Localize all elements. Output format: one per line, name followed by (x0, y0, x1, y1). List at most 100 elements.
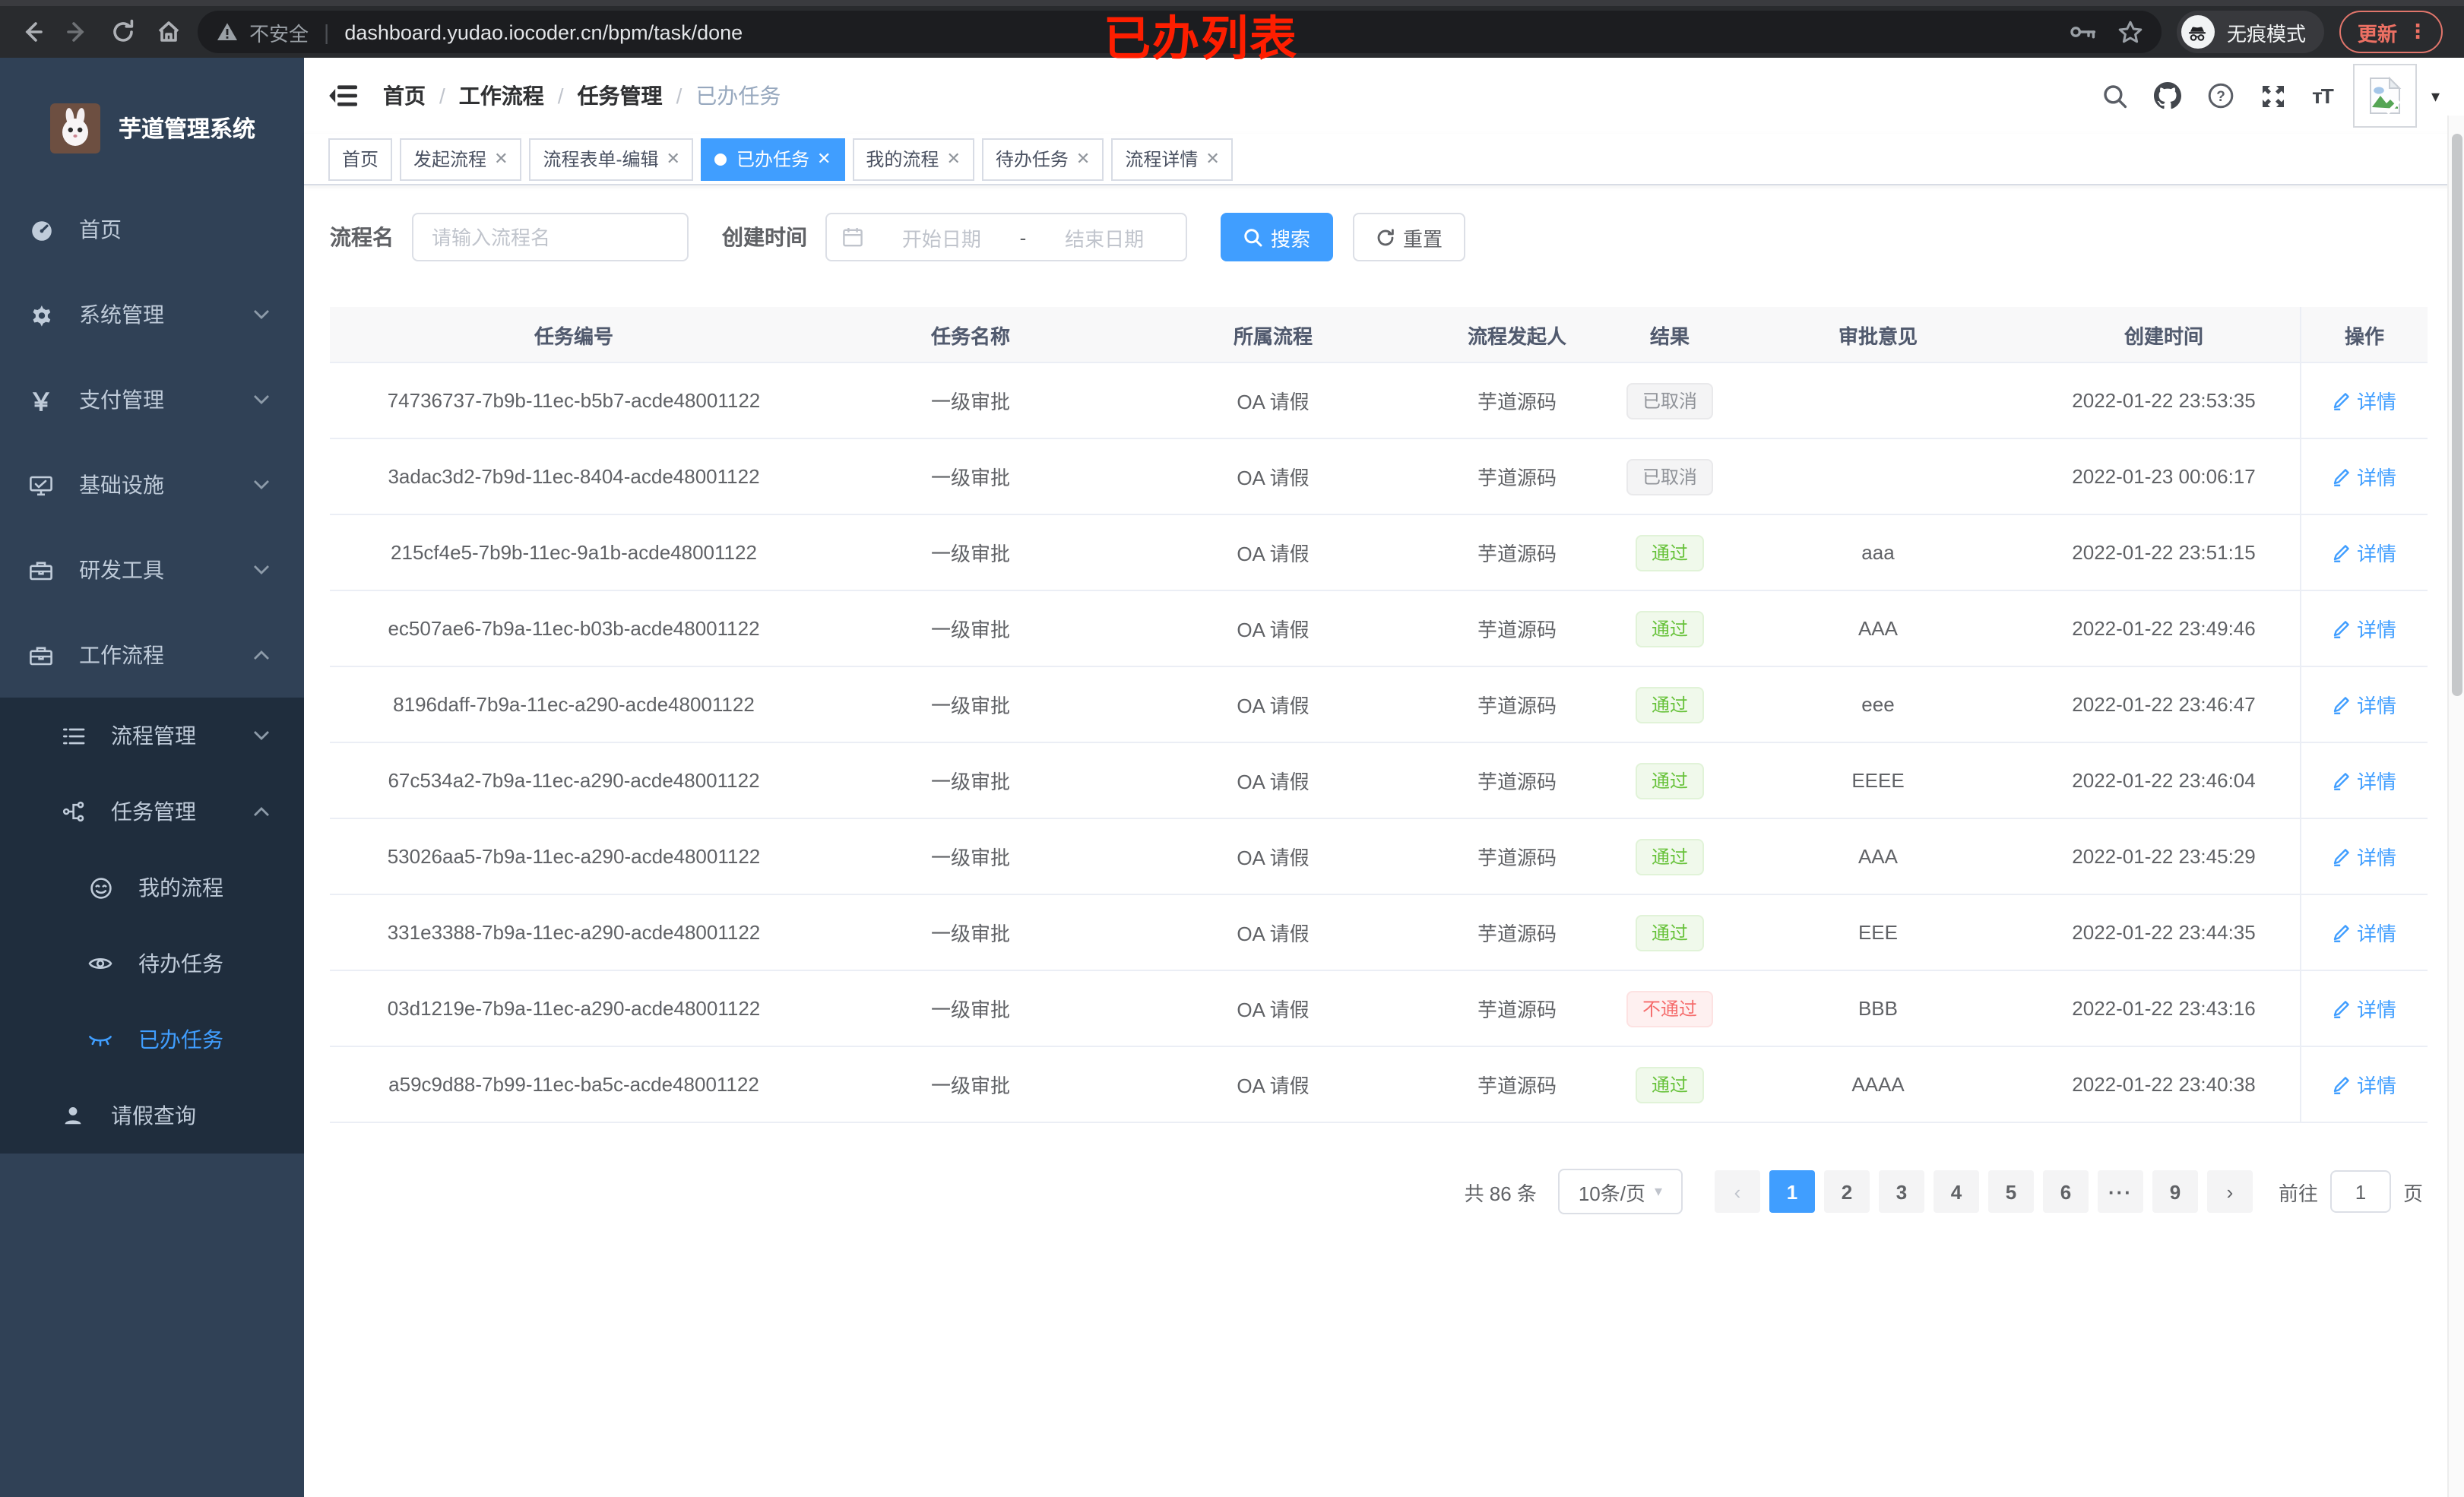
detail-link[interactable]: 详情 (2333, 538, 2396, 567)
chevron-down-icon (254, 395, 269, 404)
cell-starter: 芋道源码 (1477, 695, 1557, 717)
prev-page-button[interactable]: ‹ (1714, 1170, 1760, 1213)
key-icon[interactable] (2069, 21, 2098, 43)
pagination-total: 共 86 条 (1464, 1182, 1537, 1204)
cell-starter: 芋道源码 (1477, 391, 1557, 413)
page-button-9[interactable]: 9 (2152, 1170, 2198, 1213)
chevron-down-icon (254, 565, 269, 574)
detail-link[interactable]: 详情 (2333, 918, 2396, 947)
sidebar-item-workflow[interactable]: 工作流程 (0, 612, 304, 698)
sidebar-item-infra[interactable]: 基础设施 (0, 442, 304, 527)
cell-comment: AAA (1858, 617, 1898, 640)
bookmark-star-icon[interactable] (2117, 19, 2143, 45)
browser-update-menu-button[interactable]: 更新 ⋮ (2339, 11, 2443, 53)
github-icon[interactable] (2154, 82, 2182, 109)
close-icon[interactable]: ✕ (817, 149, 831, 169)
cell-starter: 芋道源码 (1477, 467, 1557, 489)
more-pages-button[interactable]: ··· (2097, 1170, 2143, 1213)
detail-link[interactable]: 详情 (2333, 386, 2396, 415)
window-scrollbar[interactable] (2447, 116, 2464, 1497)
close-icon[interactable]: ✕ (667, 149, 680, 169)
help-icon[interactable]: ? (2207, 82, 2234, 109)
sidebar-item-leave-query[interactable]: 请假查询 (0, 1078, 304, 1154)
page-button-2[interactable]: 2 (1823, 1170, 1870, 1213)
tab-label: 流程详情 (1125, 149, 1199, 170)
cell-task-name: 一级审批 (930, 467, 1010, 489)
tab-done-tasks[interactable]: 已办任务 ✕ (701, 138, 845, 180)
sidebar-item-todo-tasks[interactable]: 待办任务 (0, 926, 304, 1002)
sidebar-item-my-process[interactable]: 我的流程 (0, 850, 304, 926)
sidebar-item-payment[interactable]: ￥ 支付管理 (0, 357, 304, 442)
eye-icon (88, 951, 112, 976)
detail-link-label: 详情 (2356, 619, 2396, 641)
date-range-picker[interactable]: 开始日期 - 结束日期 (825, 213, 1187, 261)
goto-page-input[interactable] (2329, 1170, 2391, 1213)
cell-created: 2022-01-22 23:45:29 (2072, 845, 2256, 868)
tab-my-process[interactable]: 我的流程 ✕ (852, 138, 974, 180)
edit-icon (2334, 924, 2350, 942)
hamburger-icon[interactable] (328, 82, 359, 109)
browser-menu-dots-icon: ⋮ (2408, 20, 2428, 43)
url-text[interactable]: dashboard.yudao.iocoder.cn/bpm/task/done (344, 21, 743, 43)
update-label: 更新 (2357, 22, 2397, 45)
detail-link[interactable]: 详情 (2333, 766, 2396, 795)
reload-icon[interactable] (109, 18, 137, 46)
detail-link[interactable]: 详情 (2333, 842, 2396, 871)
cell-task-name: 一级审批 (930, 391, 1010, 413)
sidebar-item-home[interactable]: 首页 (0, 187, 304, 272)
list-icon (61, 723, 85, 748)
cell-process: OA 请假 (1237, 923, 1310, 945)
detail-link[interactable]: 详情 (2333, 462, 2396, 491)
close-icon[interactable]: ✕ (946, 149, 960, 169)
result-badge: 通过 (1636, 534, 1703, 571)
forward-icon[interactable] (64, 18, 91, 46)
avatar[interactable] (2353, 64, 2418, 128)
page-size-select[interactable]: 10条/页 ▾ (1557, 1169, 1683, 1214)
reset-button[interactable]: 重置 (1353, 213, 1466, 261)
close-icon[interactable]: ✕ (494, 149, 508, 169)
cell-starter: 芋道源码 (1477, 1074, 1557, 1097)
search-icon[interactable] (2102, 83, 2128, 109)
sidebar-item-label: 待办任务 (138, 951, 223, 976)
sidebar-item-process-mgmt[interactable]: 流程管理 (0, 698, 304, 774)
scrollbar-thumb[interactable] (2451, 134, 2462, 696)
tab-form-edit[interactable]: 流程表单-编辑 ✕ (529, 138, 694, 180)
back-icon[interactable] (18, 18, 46, 46)
breadcrumb-task-mgmt[interactable]: 任务管理 (578, 81, 663, 111)
result-badge: 通过 (1636, 686, 1703, 723)
page-button-6[interactable]: 6 (2042, 1170, 2089, 1213)
next-page-button[interactable]: › (2206, 1170, 2253, 1213)
page-button-5[interactable]: 5 (1987, 1170, 2034, 1213)
sidebar-item-system[interactable]: 系统管理 (0, 272, 304, 357)
app-logo-row[interactable]: 芋道管理系统 (0, 58, 304, 187)
process-name-input[interactable] (412, 213, 689, 261)
chevron-down-icon (254, 731, 269, 740)
caret-down-icon[interactable]: ▾ (2431, 86, 2440, 106)
sidebar-item-done-tasks[interactable]: 已办任务 (0, 1002, 304, 1078)
search-button[interactable]: 搜索 (1221, 213, 1334, 261)
edit-icon (2334, 696, 2350, 714)
page-button-4[interactable]: 4 (1933, 1170, 1979, 1213)
breadcrumb-home[interactable]: 首页 (383, 81, 426, 111)
sidebar-item-devtools[interactable]: 研发工具 (0, 527, 304, 612)
page-button-3[interactable]: 3 (1878, 1170, 1924, 1213)
detail-link[interactable]: 详情 (2333, 690, 2396, 719)
breadcrumb-workflow[interactable]: 工作流程 (459, 81, 544, 111)
detail-link[interactable]: 详情 (2333, 614, 2396, 643)
close-icon[interactable]: ✕ (1205, 149, 1219, 169)
tab-todo-tasks[interactable]: 待办任务 ✕ (981, 138, 1104, 180)
cell-task-id: 03d1219e-7b9a-11ec-a290-acde48001122 (387, 997, 761, 1020)
tab-start-process[interactable]: 发起流程 ✕ (400, 138, 522, 180)
fullscreen-icon[interactable] (2260, 83, 2286, 109)
page-button-1[interactable]: 1 (1769, 1170, 1815, 1213)
home-icon[interactable] (155, 18, 182, 46)
font-size-icon[interactable]: ᴛT (2312, 84, 2334, 108)
sidebar-item-task-mgmt[interactable]: 任务管理 (0, 774, 304, 850)
tab-home[interactable]: 首页 (328, 138, 393, 180)
tab-label: 待办任务 (995, 149, 1069, 170)
close-icon[interactable]: ✕ (1076, 149, 1090, 169)
detail-link[interactable]: 详情 (2333, 1070, 2396, 1099)
detail-link[interactable]: 详情 (2333, 994, 2396, 1023)
tab-process-detail[interactable]: 流程详情 ✕ (1111, 138, 1234, 180)
yen-icon: ￥ (29, 391, 54, 416)
